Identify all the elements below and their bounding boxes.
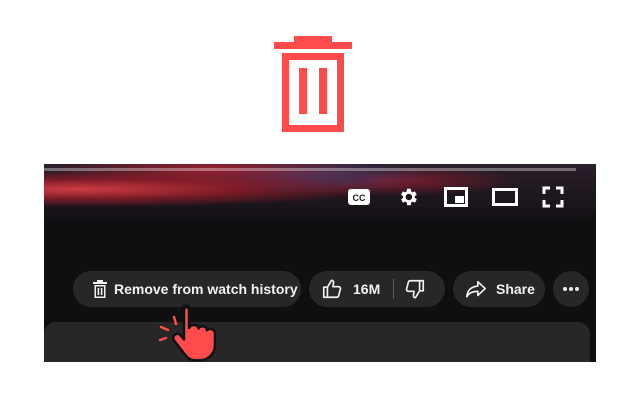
more-horizontal-icon: [563, 287, 579, 291]
description-box[interactable]: [44, 322, 590, 362]
remove-label: Remove from watch history: [114, 281, 298, 297]
like-dislike-group: 16M: [309, 271, 445, 307]
video-player[interactable]: CC: [44, 164, 596, 220]
video-panel: CC Remove from watch history 16M Share: [44, 164, 596, 362]
more-actions-button[interactable]: [553, 271, 589, 307]
miniplayer-button[interactable]: [443, 184, 469, 210]
like-count: 16M: [353, 281, 381, 297]
settings-button[interactable]: [395, 184, 421, 210]
trash-icon: [93, 280, 107, 298]
share-label: Share: [496, 281, 535, 297]
svg-text:CC: CC: [353, 193, 366, 203]
like-button[interactable]: 16M: [309, 271, 380, 307]
title-area: [44, 220, 596, 270]
theater-mode-button[interactable]: [491, 184, 519, 210]
theater-mode-icon: [492, 188, 518, 206]
dislike-button[interactable]: [404, 271, 426, 307]
fullscreen-button[interactable]: [540, 184, 566, 210]
captions-button[interactable]: CC: [346, 184, 372, 210]
miniplayer-icon: [444, 187, 468, 207]
captions-icon: CC: [348, 189, 370, 205]
thumbs-down-icon: [405, 279, 425, 299]
share-button[interactable]: Share: [453, 271, 545, 307]
pointer-hand-icon: [158, 304, 216, 362]
progress-bar[interactable]: [44, 168, 576, 171]
action-bar: Remove from watch history 16M Share: [44, 270, 596, 310]
share-icon: [466, 280, 486, 298]
trash-icon: [274, 36, 352, 132]
settings-icon: [401, 188, 417, 206]
thumbs-up-icon: [322, 279, 342, 299]
fullscreen-icon: [542, 186, 564, 208]
like-divider: [393, 279, 394, 299]
